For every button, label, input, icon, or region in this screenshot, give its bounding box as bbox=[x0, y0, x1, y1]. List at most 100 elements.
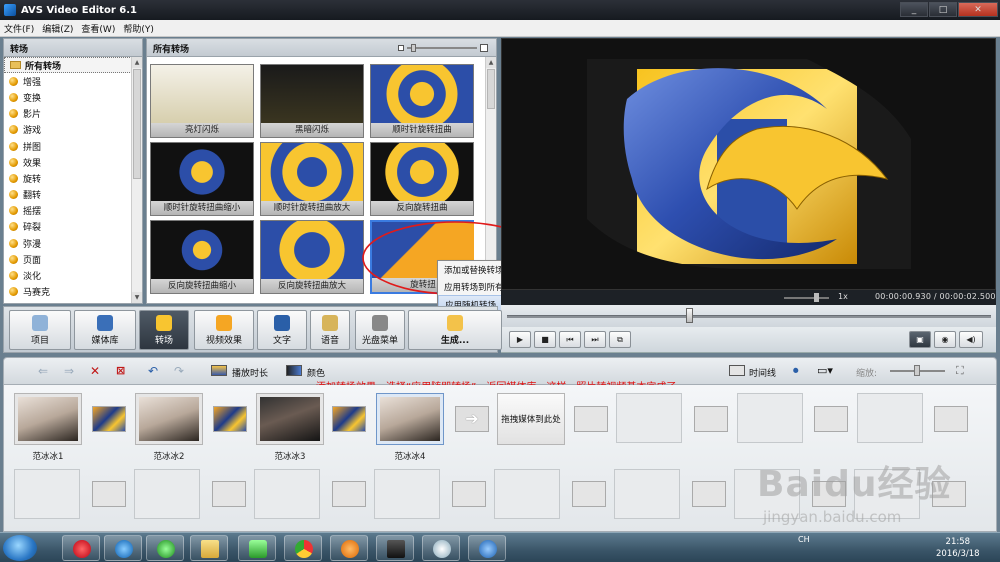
transition-slot-arrow-icon[interactable]: ➔ bbox=[455, 406, 489, 432]
fit-icon[interactable]: ⛶ bbox=[956, 364, 964, 378]
timeline-clip[interactable] bbox=[14, 393, 82, 445]
display-icon[interactable]: ▭▾ bbox=[817, 364, 833, 378]
category-item[interactable]: 所有转场 bbox=[4, 57, 132, 74]
empty-clip-slot[interactable] bbox=[374, 469, 440, 519]
timeline-clip[interactable] bbox=[376, 393, 444, 445]
empty-clip-slot[interactable] bbox=[614, 469, 680, 519]
transition-thumbnail[interactable]: 反向旋转扭曲缩小 bbox=[150, 220, 254, 294]
transition-thumbnail[interactable]: 顺时针旋转扭曲放大 bbox=[260, 142, 364, 216]
menu-view[interactable]: 查看(W) bbox=[77, 22, 119, 35]
record-icon[interactable]: ⏺ bbox=[793, 364, 799, 378]
scroll-up-arrow-icon[interactable]: ▲ bbox=[486, 57, 496, 68]
scroll-thumb[interactable] bbox=[487, 69, 495, 109]
empty-transition-slot[interactable] bbox=[574, 406, 608, 432]
undo-icon[interactable]: ↶ bbox=[148, 364, 158, 378]
category-item[interactable]: 效果 bbox=[4, 154, 132, 170]
transition-thumbnail[interactable]: 反向旋转扭曲 bbox=[370, 142, 474, 216]
start-button[interactable] bbox=[3, 535, 37, 561]
empty-clip-slot[interactable] bbox=[14, 469, 80, 519]
delete-icon[interactable]: ✕ bbox=[90, 364, 100, 378]
forward-arrow-icon[interactable]: ⇒ bbox=[64, 364, 74, 378]
category-item[interactable]: 拼图 bbox=[4, 138, 132, 154]
category-item[interactable]: 旋转 bbox=[4, 170, 132, 186]
menu-edit[interactable]: 编辑(Z) bbox=[38, 22, 77, 35]
taskbar-app-2[interactable] bbox=[104, 535, 142, 561]
category-item[interactable]: 碎裂 bbox=[4, 219, 132, 235]
empty-transition-slot[interactable] bbox=[814, 406, 848, 432]
category-item[interactable]: 弥漫 bbox=[4, 235, 132, 251]
monitor-icon[interactable]: ▣ bbox=[909, 331, 931, 348]
seek-track[interactable] bbox=[507, 315, 991, 318]
stop-button[interactable]: ■ bbox=[534, 331, 556, 348]
play-button[interactable]: ▶ bbox=[509, 331, 531, 348]
close-button[interactable]: ✕ bbox=[958, 2, 998, 17]
taskbar-app-5[interactable] bbox=[238, 535, 276, 561]
empty-clip-slot[interactable] bbox=[254, 469, 320, 519]
transition-thumbnail[interactable]: 顺时针旋转扭曲缩小 bbox=[150, 142, 254, 216]
disc-menu-button[interactable]: 光盘菜单 bbox=[355, 310, 405, 350]
empty-clip-slot[interactable] bbox=[494, 469, 560, 519]
taskbar-video-editor[interactable] bbox=[376, 535, 414, 561]
empty-transition-slot[interactable] bbox=[934, 406, 968, 432]
empty-clip-slot[interactable] bbox=[134, 469, 200, 519]
category-item[interactable]: 增强 bbox=[4, 73, 132, 89]
transitions-button[interactable]: 转场 bbox=[139, 310, 189, 350]
minimize-button[interactable]: _ bbox=[900, 2, 928, 17]
transition-thumbnail[interactable]: 黑暗闪烁 bbox=[260, 64, 364, 138]
video-effects-button[interactable]: 视频效果 bbox=[194, 310, 254, 350]
empty-transition-slot[interactable] bbox=[692, 481, 726, 507]
maximize-button[interactable]: □ bbox=[929, 2, 957, 17]
category-item[interactable]: 页面 bbox=[4, 251, 132, 267]
category-item[interactable]: 影片 bbox=[4, 106, 132, 122]
text-button[interactable]: 文字 bbox=[257, 310, 307, 350]
empty-transition-slot[interactable] bbox=[212, 481, 246, 507]
category-item[interactable]: 淡化 bbox=[4, 267, 132, 283]
transition-slot[interactable] bbox=[213, 406, 247, 432]
input-language[interactable]: CH bbox=[798, 535, 810, 544]
empty-transition-slot[interactable] bbox=[92, 481, 126, 507]
project-button[interactable]: 项目 bbox=[9, 310, 71, 350]
delete-all-icon[interactable]: ⊠ bbox=[116, 364, 125, 378]
taskbar-app-3[interactable] bbox=[146, 535, 184, 561]
taskbar-app-7[interactable] bbox=[330, 535, 368, 561]
timeline-zoom-knob[interactable] bbox=[914, 365, 920, 376]
menu-help[interactable]: 帮助(Y) bbox=[119, 22, 158, 35]
taskbar-paint[interactable] bbox=[422, 535, 460, 561]
scroll-down-arrow-icon[interactable]: ▼ bbox=[132, 292, 142, 303]
voice-button[interactable]: 语音 bbox=[310, 310, 350, 350]
speaker-icon[interactable]: ◀) bbox=[959, 331, 983, 348]
duration-button[interactable]: 播放时长 bbox=[232, 366, 268, 379]
category-item[interactable]: 摇摆 bbox=[4, 203, 132, 219]
produce-button[interactable]: 生成... bbox=[408, 310, 502, 350]
transition-slot[interactable] bbox=[332, 406, 366, 432]
redo-icon[interactable]: ↷ bbox=[174, 364, 184, 378]
empty-transition-slot[interactable] bbox=[694, 406, 728, 432]
seek-knob[interactable] bbox=[686, 308, 694, 323]
timeline-clip[interactable] bbox=[256, 393, 324, 445]
scroll-up-arrow-icon[interactable]: ▲ bbox=[132, 57, 142, 68]
taskbar-chrome[interactable] bbox=[284, 535, 322, 561]
category-item[interactable]: 游戏 bbox=[4, 122, 132, 138]
empty-clip-slot[interactable] bbox=[616, 393, 682, 443]
empty-transition-slot[interactable] bbox=[572, 481, 606, 507]
taskbar-app-1[interactable] bbox=[62, 535, 100, 561]
category-item[interactable]: 马赛克 bbox=[4, 284, 132, 300]
playback-speed-track[interactable] bbox=[784, 297, 829, 299]
back-arrow-icon[interactable]: ⇐ bbox=[38, 364, 48, 378]
thumbnail-size-knob[interactable] bbox=[411, 44, 416, 52]
transition-thumbnail[interactable]: 反向旋转扭曲放大 bbox=[260, 220, 364, 294]
category-item[interactable]: 翻转 bbox=[4, 187, 132, 203]
drop-media-placeholder[interactable]: 拖拽媒体到此处 bbox=[497, 393, 565, 445]
category-item[interactable]: 变换 bbox=[4, 89, 132, 105]
empty-clip-slot[interactable] bbox=[737, 393, 803, 443]
fullscreen-button[interactable]: ⧉ bbox=[609, 331, 631, 348]
transition-slot[interactable] bbox=[92, 406, 126, 432]
empty-transition-slot[interactable] bbox=[332, 481, 366, 507]
previous-frame-button[interactable]: ⏮ bbox=[559, 331, 581, 348]
transition-thumbnail[interactable]: 亮灯闪烁 bbox=[150, 64, 254, 138]
scroll-thumb[interactable] bbox=[133, 69, 141, 179]
taskbar-app-10[interactable] bbox=[468, 535, 506, 561]
empty-clip-slot[interactable] bbox=[857, 393, 923, 443]
thumbnail-size-slider[interactable] bbox=[398, 44, 488, 52]
media-library-button[interactable]: 媒体库 bbox=[74, 310, 136, 350]
